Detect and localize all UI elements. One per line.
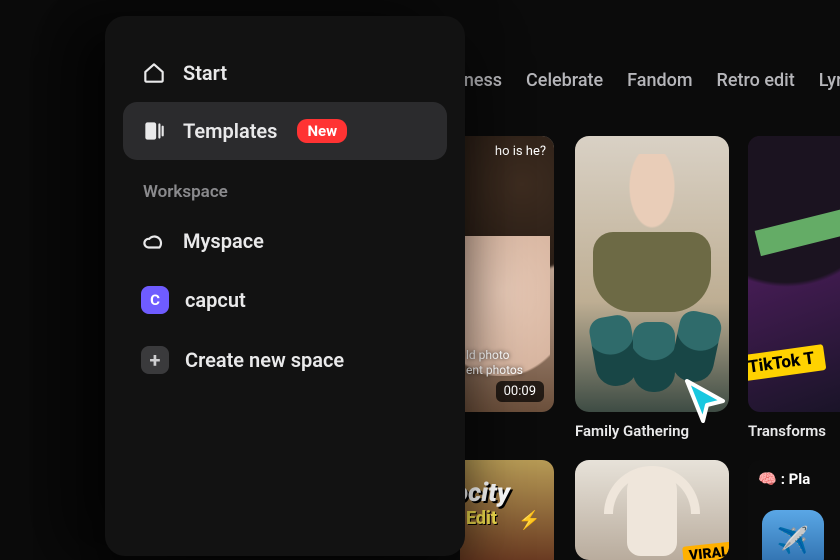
nav-templates[interactable]: Templates New — [123, 102, 447, 160]
category-tabs: siness Celebrate Fandom Retro edit Lyric… — [450, 70, 840, 91]
category-tab-retro[interactable]: Retro edit — [717, 70, 795, 91]
templates-icon — [141, 118, 167, 144]
nav-myspace[interactable]: Myspace — [123, 212, 447, 270]
template-title-transforms: Transforms — [748, 422, 826, 440]
category-tab-celebrate[interactable]: Celebrate — [526, 70, 603, 91]
nav-create-space[interactable]: + Create new space — [123, 330, 447, 390]
face-card-caption: ld photo ent photos — [466, 348, 523, 378]
duration-badge: 00:09 — [496, 381, 544, 402]
nav-capcut-space[interactable]: C capcut — [123, 270, 447, 330]
nav-capcut-label: capcut — [185, 288, 246, 312]
face-card-tagline: ho is he? — [495, 144, 546, 159]
workspace-header: Workspace — [123, 160, 447, 212]
velocity-sub: Edit — [466, 508, 497, 529]
nav-create-label: Create new space — [185, 348, 344, 372]
cloud-icon — [141, 228, 167, 254]
plane-card-text: 🧠: Pla — [758, 470, 810, 488]
workspace-avatar: C — [141, 286, 169, 314]
nav-start-label: Start — [183, 61, 227, 85]
template-card-plane[interactable]: 🧠: Pla ✈️ — [748, 460, 840, 560]
sidebar: Start Templates New Workspace Myspace C … — [105, 16, 465, 556]
plus-icon: + — [141, 346, 169, 374]
template-card-face[interactable]: ho is he? ld photo ent photos 00:09 — [460, 136, 554, 412]
template-card-viral[interactable]: VIRAL — [575, 460, 729, 560]
brain-icon: 🧠 — [758, 470, 777, 488]
template-card-velocity[interactable]: ocity Edit ⚡ — [460, 460, 554, 560]
badge-new: New — [297, 119, 347, 143]
plane-app-icon: ✈️ — [762, 510, 824, 560]
nav-start[interactable]: Start — [123, 44, 447, 102]
nav-myspace-label: Myspace — [183, 229, 264, 253]
velocity-text: ocity — [460, 478, 510, 508]
template-title-family: Family Gathering — [575, 422, 689, 440]
template-card-family[interactable] — [575, 136, 729, 412]
category-tab-fandom[interactable]: Fandom — [627, 70, 692, 91]
category-tab-lyrics[interactable]: Lyrics — [819, 70, 840, 91]
nav-templates-label: Templates — [183, 119, 277, 143]
bolt-icon: ⚡ — [518, 510, 540, 531]
template-card-transforms[interactable]: TikTok T — [748, 136, 840, 412]
home-icon — [141, 60, 167, 86]
